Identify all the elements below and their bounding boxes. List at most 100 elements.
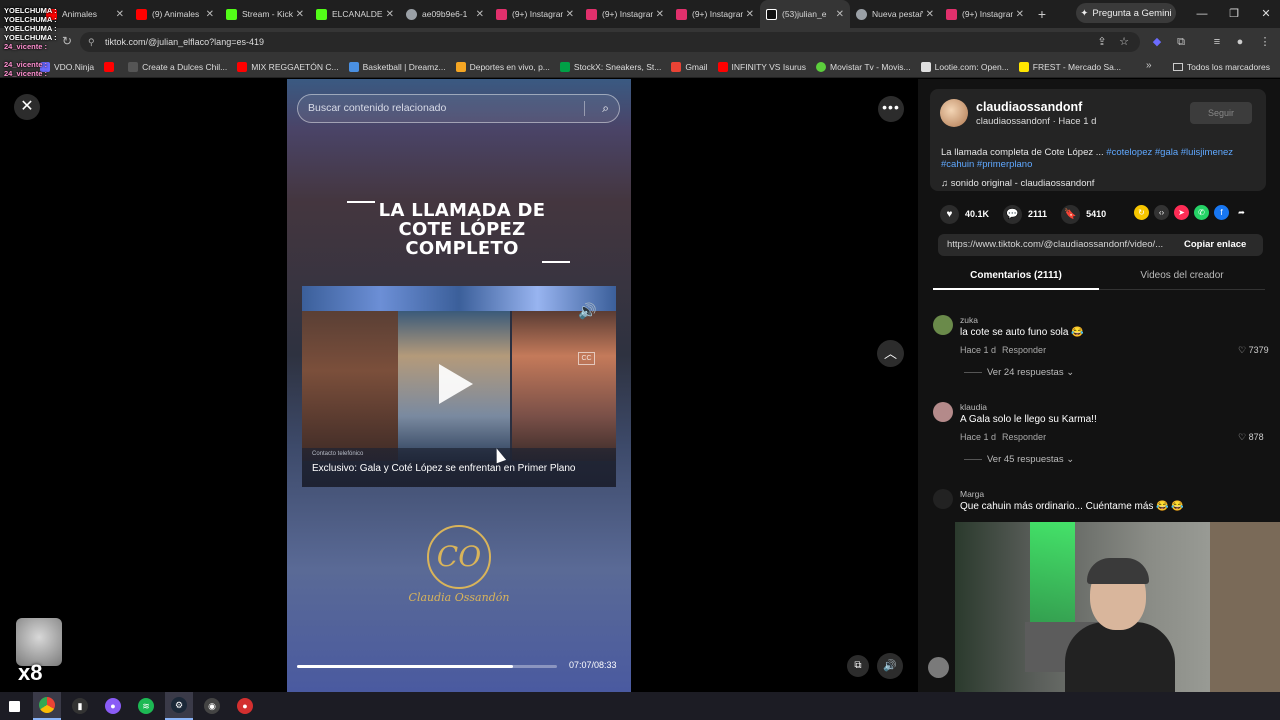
close-tab-icon[interactable]: ✕ [386,9,394,20]
view-replies-button[interactable]: Ver 24 respuestas ⌄ [964,367,1074,378]
bookmark-item[interactable]: Deportes en vivo, p... [455,61,550,72]
taskbar-app[interactable]: ● [99,692,127,720]
browser-tab[interactable]: (9+) Instagram ✕ [580,0,670,28]
close-tab-icon[interactable]: ✕ [566,9,574,20]
browser-tab[interactable]: (9+) Instagram ✕ [670,0,760,28]
whatsapp-icon[interactable]: ✆ [1194,205,1209,220]
comment-like-button[interactable]: ♡ 7379 [1238,345,1269,356]
taskbar-chrome[interactable] [33,692,61,720]
embed-icon[interactable]: ‹› [1154,205,1169,220]
bookmark-item[interactable]: Movistar Tv - Movis... [816,61,911,72]
close-tab-icon[interactable]: ✕ [296,9,304,20]
close-tab-icon[interactable]: ✕ [926,9,934,20]
comment-button[interactable]: 💬 2111 [1003,204,1047,224]
taskbar-obs[interactable]: ◉ [198,692,226,720]
close-tab-icon[interactable]: ✕ [116,9,124,20]
follow-button[interactable]: Seguir [1190,102,1252,124]
taskbar-app[interactable]: ● [231,692,259,720]
send-icon[interactable]: ➤ [1174,205,1189,220]
share-icon[interactable]: ➦ [1234,205,1249,220]
restore-icon[interactable]: ❐ [1218,0,1250,28]
hashtags[interactable]: #cahuin #primerplano [941,159,1032,170]
bookmark-item[interactable]: Basketball | Dreamz... [348,61,446,72]
bookmark-item[interactable]: INFINITY VS Isurus [717,61,806,72]
browser-tab-active[interactable]: (53)julian_e ✕ [760,0,850,28]
sound-row[interactable]: ♫ sonido original - claudiaossandonf [941,178,1094,189]
view-replies-button[interactable]: Ver 45 respuestas ⌄ [964,454,1074,465]
address-bar[interactable]: ⚲ tiktok.com/@julian_elflaco?lang=es-419 [80,32,1140,52]
like-button[interactable]: ♥ 40.1K [940,204,989,224]
taskbar-steam[interactable]: ⚙ [165,692,193,720]
facebook-icon[interactable]: f [1214,205,1229,220]
taskbar-app[interactable]: ▮ [66,692,94,720]
browser-tab[interactable]: ELCANALDE ✕ [310,0,400,28]
new-tab-button[interactable]: + [1030,6,1054,22]
repost-icon[interactable]: ↻ [1134,205,1149,220]
creator-username[interactable]: claudiaossandonf [976,100,1082,114]
comment-user[interactable]: klaudia [960,402,987,412]
bookmark-item[interactable] [104,61,118,72]
taskbar-spotify[interactable]: ≋ [132,692,160,720]
minimize-icon[interactable]: — [1186,0,1218,28]
volume-icon[interactable]: 🔊 [877,653,903,679]
bookmark-item[interactable]: Gmail [671,61,708,72]
browser-tab[interactable]: Nueva pestaña✕ [850,0,940,28]
comment-avatar[interactable] [933,402,953,422]
previous-video-icon[interactable]: ︿ [877,340,904,367]
bookmark-item[interactable]: Lootie.com: Open... [920,61,1009,72]
bookmark-item[interactable]: FREST - Mercado Sa... [1018,61,1121,72]
site-info-icon[interactable]: ⚲ [88,32,95,52]
bookmark-star-icon[interactable]: ☆ [1117,35,1131,49]
more-options-icon[interactable]: ••• [878,96,904,122]
close-tab-icon[interactable]: ✕ [476,9,484,20]
close-tab-icon[interactable]: ✕ [746,9,754,20]
video-link[interactable]: https://www.tiktok.com/@claudiaossandonf… [947,234,1177,256]
reading-list-icon[interactable]: ≡ [1210,35,1224,49]
start-button[interactable] [0,692,28,720]
video-progress-bar[interactable] [297,665,557,668]
reload-icon[interactable]: ↻ [62,34,72,48]
browser-tab[interactable]: (9+) Instagram ✕ [490,0,580,28]
copy-link-button[interactable]: Copiar enlace [1184,234,1246,256]
close-icon[interactable]: ✕ [14,94,40,120]
browser-tab[interactable]: (9+) Instagram ✕ [940,0,1030,28]
comment-user[interactable]: zuka [960,315,978,325]
close-tab-icon[interactable]: ✕ [1016,9,1024,20]
save-button[interactable]: 🔖 5410 [1061,204,1106,224]
tab-comments[interactable]: Comentarios (2111) [933,270,1099,290]
related-search-input[interactable]: Buscar contenido relacionado ⌕ [297,94,620,123]
reply-button[interactable]: Responder [1002,432,1046,442]
chrome-menu-icon[interactable]: ⋮ [1258,35,1272,49]
bookmark-item[interactable]: Create a Dulces Chil... [128,61,227,72]
close-tab-icon[interactable]: ✕ [656,9,664,20]
bookmarks-overflow-icon[interactable]: » [1146,60,1152,71]
extensions-puzzle-icon[interactable]: ⧉ [1174,35,1188,49]
picture-in-picture-icon[interactable]: ⧉ [847,655,869,677]
video-player[interactable]: Buscar contenido relacionado ⌕ LA LLAMAD… [287,79,631,692]
comment-like-button[interactable]: ♡ 878 [1238,432,1264,443]
search-icon[interactable]: ⌕ [602,95,609,122]
close-window-icon[interactable]: ✕ [1250,0,1280,28]
comment-user[interactable]: Marga [960,489,984,499]
close-tab-icon[interactable]: ✕ [836,9,844,20]
close-tab-icon[interactable]: ✕ [206,9,214,20]
comment-avatar[interactable] [933,489,953,509]
bookmark-item[interactable]: MIX REGGAETÓN C... [237,61,339,72]
account-avatar[interactable] [928,657,949,678]
ask-gemini-button[interactable]: ✦ Pregunta a Gemini [1076,3,1176,23]
all-bookmarks-button[interactable]: Todos los marcadores [1172,56,1270,78]
reply-button[interactable]: Responder [1002,345,1046,355]
extension-icon[interactable]: ◆ [1150,35,1164,49]
avatar[interactable] [940,99,968,127]
tab-creator-videos[interactable]: Videos del creador [1099,270,1265,281]
browser-tab[interactable]: ae09b9e6-1 ✕ [400,0,490,28]
install-app-icon[interactable]: ⇪ [1095,35,1109,49]
webcam-shelf [1210,522,1280,720]
bookmark-item[interactable]: StockX: Sneakers, St... [559,61,661,72]
comment-avatar[interactable] [933,315,953,335]
browser-tab[interactable]: (9) Animales ✕ [130,0,220,28]
play-icon[interactable] [439,364,473,404]
browser-tab[interactable]: Stream - Kick ✕ [220,0,310,28]
profile-icon[interactable]: ● [1233,35,1247,49]
hashtags[interactable]: #cotelopez #gala #luisjimenez [1106,147,1233,158]
